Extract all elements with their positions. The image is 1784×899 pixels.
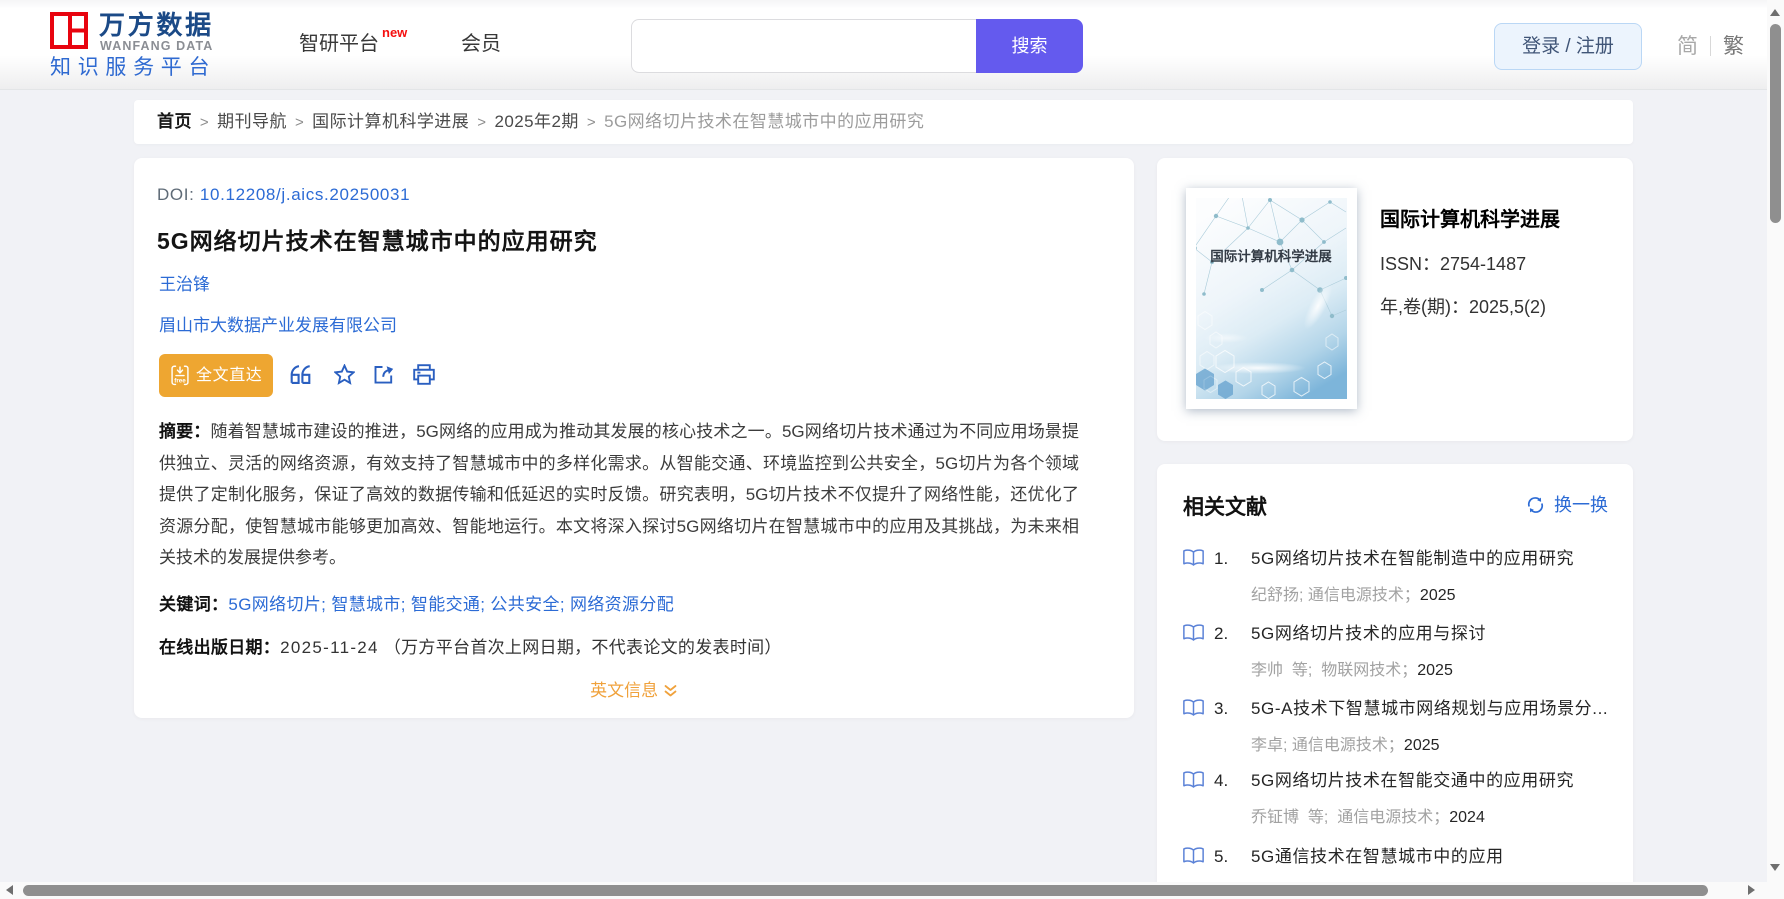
svg-text:free: free [174,378,186,385]
svg-text:国际计算机科学进展: 国际计算机科学进展 [1210,248,1332,264]
